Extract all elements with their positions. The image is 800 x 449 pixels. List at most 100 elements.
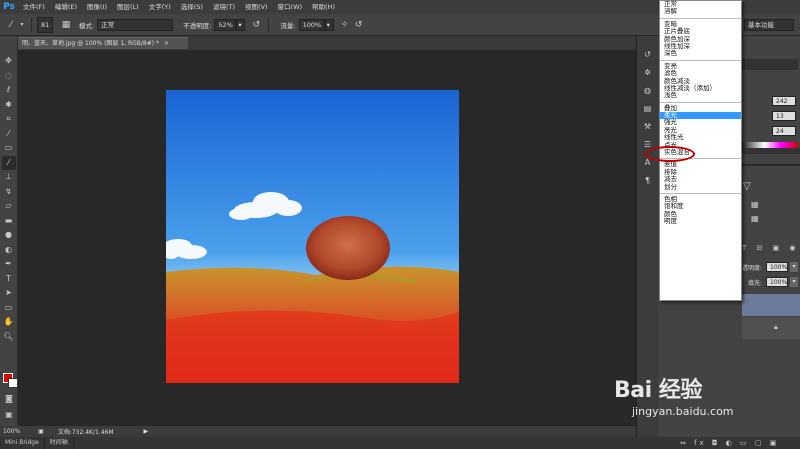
layer-filter-icons[interactable]: T ⊟ ▣ ◉ <box>742 244 800 254</box>
menu-separator <box>660 192 741 194</box>
divider <box>742 164 800 166</box>
watermark-logo: Bai 经验 <box>614 378 702 403</box>
opacity-label: 不透明度: <box>183 21 212 30</box>
menu-select[interactable]: 选择(S) <box>176 0 208 14</box>
lock-icon: 🔒︎ <box>774 323 778 331</box>
panel-header <box>742 59 798 70</box>
blend-mode-item[interactable]: 划分 <box>660 183 741 191</box>
menu-help[interactable]: 帮助(H) <box>307 0 340 14</box>
fill-dropdown-icon[interactable]: ▾ <box>790 277 798 287</box>
workspace-select[interactable]: 基本功能 <box>744 19 794 31</box>
menu-layer[interactable]: 图层(L) <box>112 0 144 14</box>
menu-separator <box>660 101 741 103</box>
close-icon[interactable]: × <box>164 40 169 47</box>
chevron-down-icon[interactable]: ▾ <box>18 18 26 32</box>
blend-mode-item[interactable]: 溶解 <box>660 7 741 15</box>
layer-row-selected[interactable] <box>742 294 800 316</box>
opacity-input[interactable]: 52% <box>214 18 237 31</box>
layer-opacity-input[interactable]: 100% <box>766 262 788 272</box>
menu-image[interactable]: 图像(I) <box>82 0 112 14</box>
move-tool-icon[interactable]: ✥ <box>2 54 16 69</box>
doc-info: 文档:732.4K/1.46M <box>57 429 114 436</box>
actions-icon[interactable]: ✲ <box>640 64 656 82</box>
tool-presets-icon[interactable]: ⚒ <box>640 118 656 136</box>
menu-filter[interactable]: 滤镜(T) <box>208 0 240 14</box>
history-brush-tool-icon[interactable]: ↯ <box>2 185 16 200</box>
dodge-tool-icon[interactable]: ◐ <box>2 243 16 258</box>
divider <box>268 17 270 32</box>
tab-mini-bridge[interactable]: Mini Bridge <box>0 437 45 449</box>
zoom-level[interactable]: 100% <box>0 428 20 435</box>
flow-dropdown-icon[interactable]: ▾ <box>324 18 334 31</box>
pen-tool-icon[interactable]: ✒ <box>2 257 16 272</box>
fill-input[interactable]: 100% <box>766 277 788 287</box>
type-tool-icon[interactable]: T <box>2 272 16 287</box>
bottom-panel-tabs: Mini Bridge 时间轴 ⇔ fx ◘ ◐ ▭ ▢ ▣ <box>0 437 800 449</box>
panel-tab-row <box>742 148 800 154</box>
opacity-dropdown-icon[interactable]: ▾ <box>790 262 798 272</box>
blend-mode-item[interactable]: 明度 <box>660 217 741 225</box>
opacity-dropdown-icon[interactable]: ▾ <box>236 18 246 31</box>
menu-type[interactable]: 文字(Y) <box>144 0 176 14</box>
layer-row-background[interactable]: 🔒︎ <box>742 317 800 339</box>
annotation-oval <box>645 146 695 162</box>
color-value-r[interactable]: 242 <box>772 96 796 106</box>
hand-tool-icon[interactable]: ✋ <box>2 315 16 330</box>
brush-presets-icon[interactable]: ◍ <box>640 82 656 100</box>
pressure-opacity-icon[interactable]: ↺ <box>249 18 263 32</box>
fill-label: 填充: <box>748 280 763 287</box>
background-color-swatch[interactable] <box>8 378 18 388</box>
document-image[interactable] <box>166 90 459 383</box>
flow-input[interactable]: 100% <box>298 18 325 31</box>
brush-tool-icon[interactable]: ⁄ <box>1 155 16 170</box>
mode-label: 模式: <box>79 21 95 30</box>
color-value-b[interactable]: 24 <box>772 126 796 136</box>
eyedropper-tool-icon[interactable]: ⁄ <box>2 127 16 142</box>
lasso-tool-icon[interactable]: ℓ <box>2 83 16 98</box>
layer-panel-buttons[interactable]: ⇔ fx ◘ ◐ ▭ ▢ ▣ <box>680 439 779 447</box>
divider <box>31 17 32 32</box>
adjustment-grid-icon[interactable]: ▦ <box>751 200 759 209</box>
history-icon[interactable]: ↺ <box>640 46 656 64</box>
brush-tool-icon[interactable]: ⁄ <box>4 18 18 32</box>
adjustment-triangle-icon[interactable]: ▽ <box>743 181 751 192</box>
paragraph-icon[interactable]: ¶ <box>640 172 656 190</box>
menu-separator <box>660 59 741 61</box>
photoshop-logo: Ps <box>3 2 15 12</box>
menu-file[interactable]: 文件(F) <box>18 0 50 14</box>
quick-mask-icon[interactable]: ◙ <box>2 392 16 407</box>
crop-tool-icon[interactable]: ⌗ <box>2 112 16 127</box>
quick-select-tool-icon[interactable]: ✱ <box>2 98 16 113</box>
marquee-tool-icon[interactable]: ◌ <box>2 69 16 84</box>
gradient-tool-icon[interactable]: ▬ <box>2 214 16 229</box>
blur-tool-icon[interactable]: ● <box>2 228 16 243</box>
brush-size-picker[interactable]: 81 <box>37 16 53 33</box>
zoom-tool-icon[interactable]: 🔍︎ <box>2 330 16 345</box>
document-tab[interactable]: 明、蓝天、草地.jpg @ 100% (图层 1, RGB/8#) * × <box>18 37 188 49</box>
tab-timeline[interactable]: 时间轴 <box>45 437 74 449</box>
shape-tool-icon[interactable]: ▭ <box>2 301 16 316</box>
blend-mode-item[interactable]: 深色 <box>660 49 741 57</box>
color-value-g[interactable]: 13 <box>772 111 796 121</box>
blend-mode-item[interactable]: 浅色 <box>660 91 741 99</box>
menu-edit[interactable]: 编辑(E) <box>50 0 82 14</box>
menu-view[interactable]: 视图(V) <box>240 0 273 14</box>
screen-mode-icon[interactable]: ▣ <box>2 408 16 423</box>
path-select-tool-icon[interactable]: ➤ <box>2 286 16 301</box>
healing-brush-tool-icon[interactable]: ▭ <box>2 141 16 156</box>
brush-panel-icon[interactable]: ▤ <box>640 100 656 118</box>
menu-separator <box>660 17 741 19</box>
eraser-tool-icon[interactable]: ▱ <box>2 199 16 214</box>
brush-panel-icon[interactable]: ▦ <box>59 18 73 32</box>
status-icon[interactable]: ▣ <box>38 428 44 435</box>
adjustment-grid2-icon[interactable]: ▦ <box>751 214 759 223</box>
status-arrow-icon[interactable]: ▶ <box>144 428 149 435</box>
clone-stamp-tool-icon[interactable]: ⊥ <box>2 170 16 185</box>
mode-select[interactable]: 正常 <box>97 18 174 31</box>
menu-window[interactable]: 窗口(W) <box>273 0 308 14</box>
airbrush-icon[interactable]: ✧ <box>338 18 352 32</box>
watermark: Bai 经验 jingyan.baidu.com <box>614 372 794 432</box>
status-bar: 100% ▣ 文档:732.4K/1.46M ▶ <box>0 426 636 437</box>
flow-label: 流量: <box>280 21 296 30</box>
pressure-size-icon[interactable]: ↺ <box>352 18 366 32</box>
